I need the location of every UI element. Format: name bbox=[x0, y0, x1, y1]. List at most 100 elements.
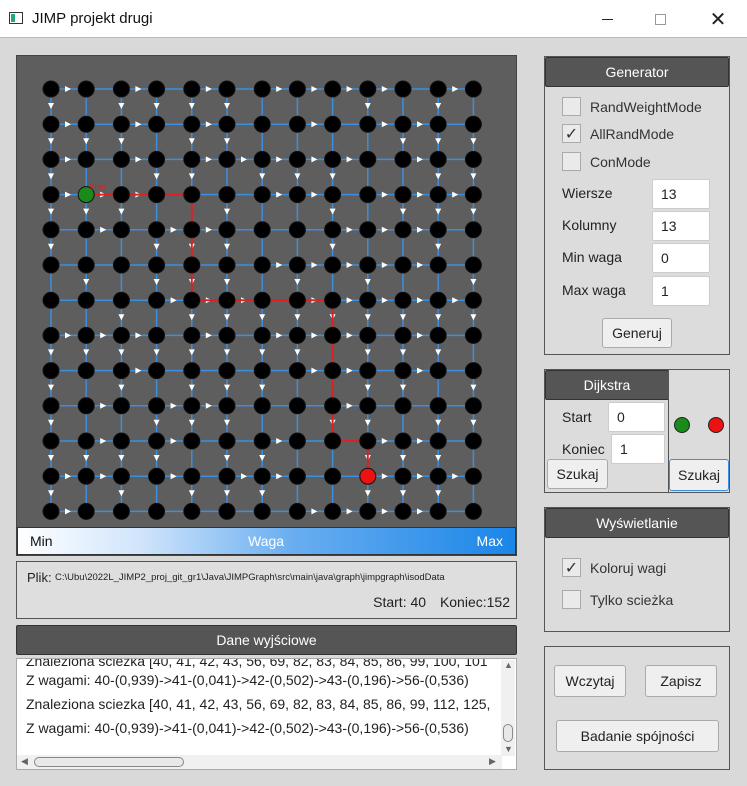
graph-node[interactable] bbox=[148, 80, 166, 98]
graph-node[interactable] bbox=[288, 467, 306, 485]
graph-node[interactable] bbox=[324, 115, 342, 133]
graph-node[interactable] bbox=[429, 362, 447, 380]
graph-node[interactable] bbox=[112, 362, 130, 380]
graph-node[interactable] bbox=[253, 432, 271, 450]
graph-node[interactable] bbox=[429, 80, 447, 98]
graph-node[interactable] bbox=[324, 150, 342, 168]
only-path-checkbox[interactable]: Tylko scieżka bbox=[562, 590, 673, 609]
graph-node[interactable] bbox=[77, 362, 95, 380]
rows-input[interactable]: 13 bbox=[652, 179, 710, 209]
checkbox-box[interactable] bbox=[562, 152, 581, 171]
search-button-select[interactable]: Szukaj bbox=[669, 459, 729, 491]
graph-node[interactable] bbox=[218, 467, 236, 485]
graph-node[interactable] bbox=[42, 467, 60, 485]
graph-node[interactable] bbox=[42, 432, 60, 450]
start-input[interactable]: 0 bbox=[608, 402, 665, 432]
graph-node[interactable] bbox=[324, 467, 342, 485]
graph-node[interactable] bbox=[77, 502, 95, 520]
graph-node[interactable] bbox=[183, 256, 201, 274]
graph-node[interactable] bbox=[253, 326, 271, 344]
graph-node[interactable] bbox=[253, 80, 271, 98]
graph-node[interactable] bbox=[77, 115, 95, 133]
graph-node[interactable] bbox=[112, 397, 130, 415]
graph-node[interactable] bbox=[429, 150, 447, 168]
graph-node[interactable] bbox=[429, 186, 447, 204]
graph-node[interactable] bbox=[359, 326, 377, 344]
graph-node[interactable] bbox=[218, 432, 236, 450]
graph-node[interactable] bbox=[394, 397, 412, 415]
graph-node[interactable] bbox=[464, 256, 482, 274]
graph-node[interactable] bbox=[148, 502, 166, 520]
checkbox-box[interactable]: ✓ bbox=[562, 124, 581, 143]
graph-node[interactable] bbox=[42, 502, 60, 520]
graph-node[interactable] bbox=[464, 291, 482, 309]
graph-node[interactable] bbox=[148, 291, 166, 309]
graph-node[interactable] bbox=[183, 115, 201, 133]
graph-node[interactable] bbox=[359, 291, 377, 309]
graph-node[interactable] bbox=[253, 150, 271, 168]
graph-node[interactable] bbox=[112, 186, 130, 204]
scroll-right-icon[interactable]: ▶ bbox=[489, 756, 496, 767]
graph-node[interactable] bbox=[464, 150, 482, 168]
checkbox-box[interactable] bbox=[562, 97, 581, 116]
graph-node[interactable] bbox=[324, 326, 342, 344]
graph-node[interactable] bbox=[112, 326, 130, 344]
horizontal-scrollbar[interactable]: ◀ ▶ bbox=[17, 755, 502, 769]
graph-node[interactable] bbox=[77, 467, 95, 485]
vertical-scrollbar[interactable]: ▲ ▼ bbox=[501, 660, 515, 756]
graph-node[interactable] bbox=[183, 186, 201, 204]
graph-node[interactable] bbox=[218, 502, 236, 520]
graph-node[interactable] bbox=[112, 115, 130, 133]
graph-node[interactable] bbox=[464, 432, 482, 450]
graph-node[interactable] bbox=[218, 362, 236, 380]
graph-node[interactable] bbox=[218, 221, 236, 239]
graph-node[interactable] bbox=[464, 502, 482, 520]
graph-node[interactable] bbox=[464, 467, 482, 485]
graph-node[interactable] bbox=[288, 150, 306, 168]
graph-node[interactable] bbox=[218, 326, 236, 344]
graph-node[interactable] bbox=[288, 186, 306, 204]
minimize-button[interactable] bbox=[584, 0, 630, 38]
horizontal-scroll-thumb[interactable] bbox=[34, 757, 184, 767]
start-color-dot[interactable] bbox=[674, 417, 690, 433]
graph-node[interactable] bbox=[394, 80, 412, 98]
load-button[interactable]: Wczytaj bbox=[554, 665, 626, 697]
graph-node[interactable] bbox=[324, 221, 342, 239]
maximize-button[interactable] bbox=[637, 0, 683, 38]
graph-node[interactable] bbox=[183, 432, 201, 450]
graph-node[interactable] bbox=[394, 432, 412, 450]
graph-node[interactable] bbox=[218, 80, 236, 98]
graph-node[interactable] bbox=[253, 291, 271, 309]
graph-node[interactable] bbox=[112, 150, 130, 168]
graph-node[interactable] bbox=[42, 186, 60, 204]
graph-node[interactable] bbox=[359, 432, 377, 450]
graph-node[interactable] bbox=[288, 221, 306, 239]
graph-node[interactable] bbox=[324, 502, 342, 520]
rand-weight-mode-checkbox[interactable]: RandWeightMode bbox=[562, 97, 702, 116]
graph-node[interactable] bbox=[253, 186, 271, 204]
graph-node[interactable] bbox=[394, 256, 412, 274]
graph-node[interactable] bbox=[394, 221, 412, 239]
checkbox-box[interactable]: ✓ bbox=[562, 558, 581, 577]
graph-node[interactable] bbox=[183, 291, 201, 309]
graph-node[interactable] bbox=[394, 150, 412, 168]
connectivity-test-button[interactable]: Badanie spójności bbox=[556, 720, 719, 752]
graph-node[interactable] bbox=[253, 502, 271, 520]
graph-node[interactable] bbox=[429, 432, 447, 450]
graph-node[interactable] bbox=[464, 221, 482, 239]
graph-node[interactable] bbox=[464, 326, 482, 344]
graph-node[interactable] bbox=[183, 326, 201, 344]
graph-node[interactable] bbox=[42, 221, 60, 239]
graph-node[interactable] bbox=[148, 432, 166, 450]
graph-node[interactable] bbox=[464, 80, 482, 98]
graph-node[interactable] bbox=[42, 80, 60, 98]
graph-node[interactable] bbox=[77, 397, 95, 415]
graph-node[interactable] bbox=[429, 467, 447, 485]
graph-node[interactable] bbox=[253, 256, 271, 274]
graph-node[interactable] bbox=[429, 502, 447, 520]
graph-node[interactable] bbox=[77, 80, 95, 98]
graph-node[interactable] bbox=[464, 397, 482, 415]
graph-node[interactable] bbox=[288, 502, 306, 520]
graph-node[interactable] bbox=[359, 362, 377, 380]
graph-node[interactable] bbox=[394, 291, 412, 309]
